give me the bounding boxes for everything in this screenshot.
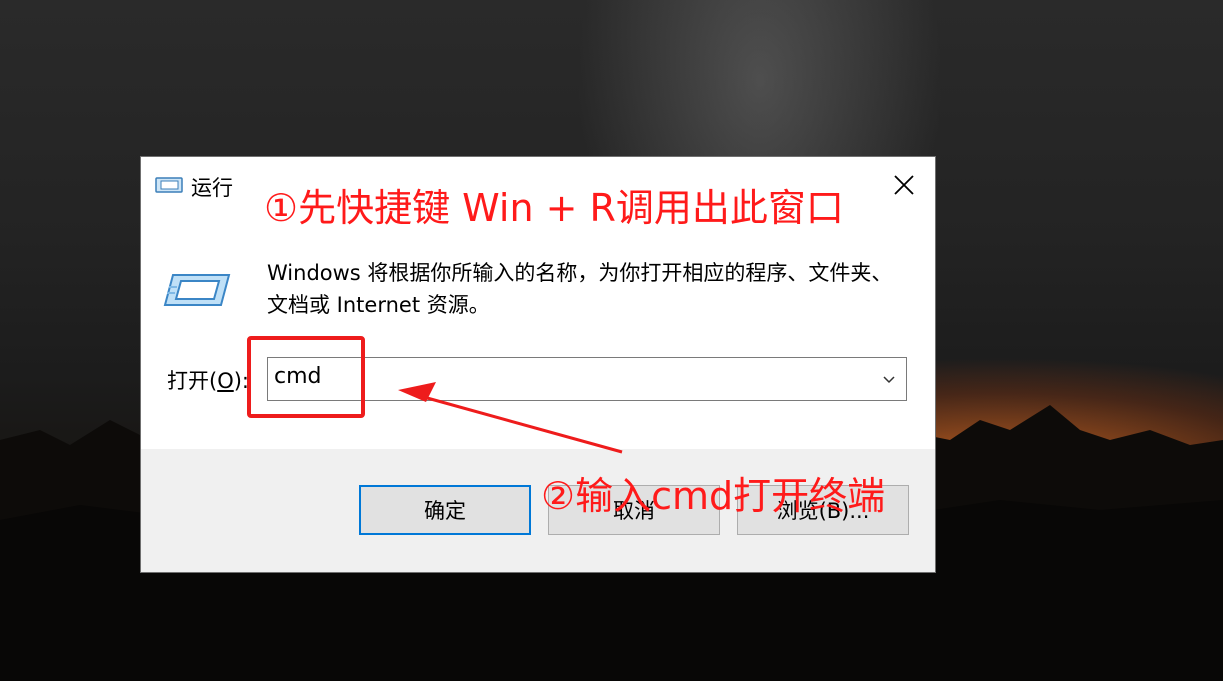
- annotation-step1: ①先快捷键 Win + R调用出此窗口: [264, 186, 844, 230]
- description-text: Windows 将根据你所输入的名称，为你打开相应的程序、文件夹、文档或 Int…: [267, 261, 893, 317]
- open-label: 打开(O):: [167, 369, 250, 393]
- run-icon: [163, 274, 231, 306]
- close-icon: [894, 175, 914, 195]
- close-button[interactable]: [881, 167, 927, 203]
- annotation-step2: ②输入cmd打开终端: [541, 474, 886, 518]
- run-icon: [155, 177, 183, 193]
- highlight-box: [247, 336, 365, 418]
- ok-button[interactable]: 确定: [359, 485, 531, 535]
- window-title: 运行: [191, 176, 233, 200]
- chevron-down-icon[interactable]: [882, 372, 896, 386]
